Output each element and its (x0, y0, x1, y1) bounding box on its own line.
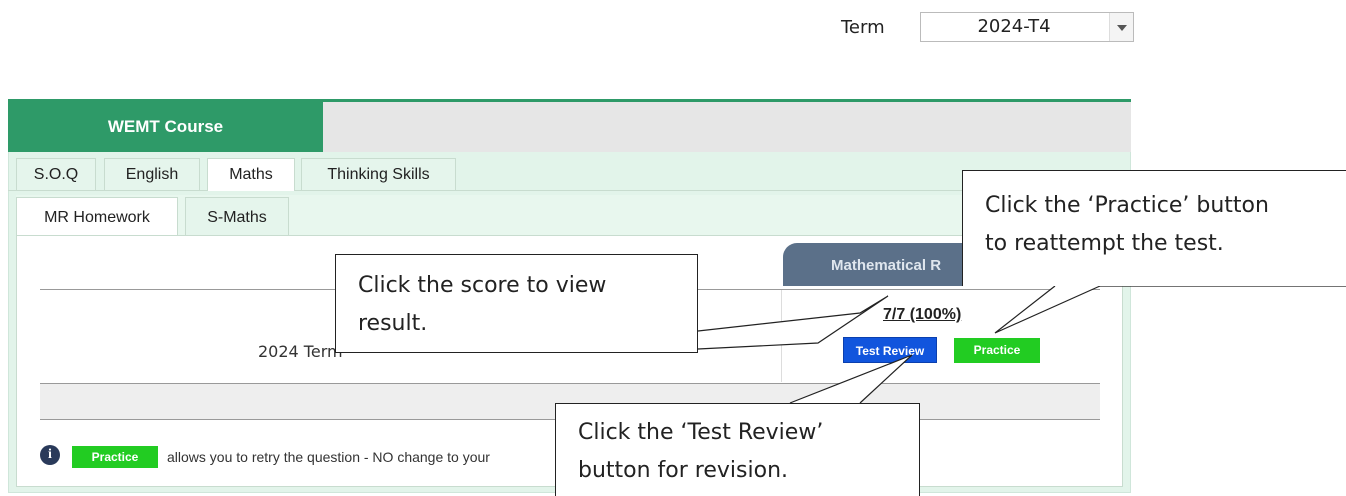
review-callout: Click the ‘Test Review’ button for revis… (555, 403, 920, 496)
score-callout-line: Click the score to view (358, 273, 607, 298)
review-callout-pointer (789, 354, 913, 404)
practice-callout-line: Click the ‘Practice’ button (985, 193, 1269, 218)
practice-callout-line: to reattempt the test. (985, 231, 1224, 256)
review-callout-line: Click the ‘Test Review’ (578, 420, 824, 445)
practice-callout: Click the ‘Practice’ button to reattempt… (962, 170, 1346, 286)
review-callout-line: button for revision. (578, 458, 788, 483)
score-callout-pointer (697, 295, 889, 350)
score-callout-line: result. (358, 311, 428, 336)
practice-callout-pointer (994, 285, 1101, 334)
score-callout: Click the score to view result. (335, 254, 698, 353)
